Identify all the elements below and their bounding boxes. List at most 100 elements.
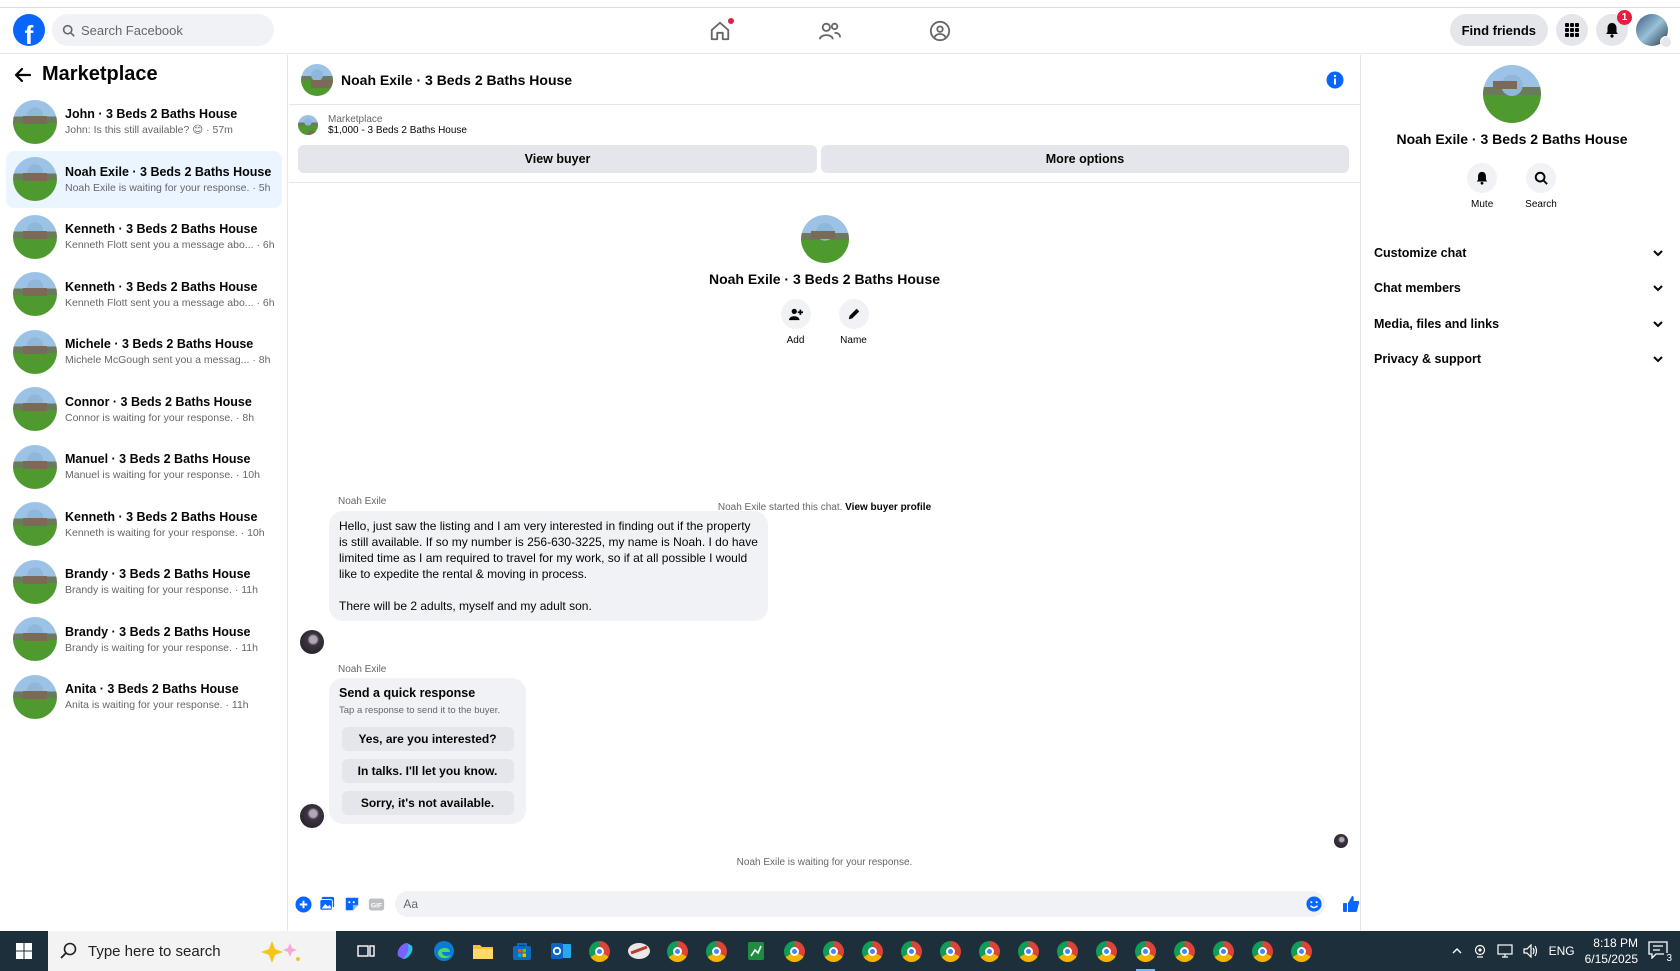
menu-grid-icon[interactable] bbox=[1556, 14, 1588, 46]
chevron-up-icon[interactable] bbox=[1451, 945, 1463, 957]
listing-summary[interactable]: Marketplace $1,000 - 3 Beds 2 Baths Hous… bbox=[289, 105, 1360, 145]
add-person-icon[interactable] bbox=[780, 299, 811, 329]
listing-thumbnail bbox=[13, 329, 57, 374]
pencil-icon[interactable] bbox=[838, 299, 869, 329]
conversation-title: Kenneth · 3 Beds 2 Baths House bbox=[65, 509, 258, 524]
action-center-icon[interactable]: 3 bbox=[1648, 941, 1674, 964]
notifications-bell-icon[interactable]: 1 bbox=[1596, 10, 1632, 46]
details-avatar[interactable] bbox=[1483, 65, 1541, 123]
quick-reply-not-available[interactable]: Sorry, it's not available. bbox=[341, 791, 514, 815]
spreadsheet-icon[interactable] bbox=[740, 936, 771, 967]
conversation-item[interactable]: Brandy · 3 Beds 2 Baths House Brandy is w… bbox=[6, 553, 282, 611]
sidebar-title: Marketplace bbox=[42, 63, 158, 85]
app-icon[interactable] bbox=[623, 936, 654, 967]
chrome-icon[interactable] bbox=[896, 936, 927, 967]
chrome-icon[interactable] bbox=[1286, 936, 1317, 967]
taskbar-search[interactable] bbox=[48, 931, 336, 971]
chrome-icon-active[interactable] bbox=[1130, 936, 1161, 971]
file-explorer-icon[interactable] bbox=[467, 936, 498, 967]
clock[interactable]: 8:18 PM 6/15/2025 bbox=[1585, 935, 1638, 967]
outlook-icon[interactable] bbox=[545, 936, 576, 967]
chrome-icon[interactable] bbox=[1247, 936, 1278, 967]
conversation-preview: Michele McGough sent you a messag... · 8… bbox=[65, 354, 271, 367]
quick-reply-in-talks[interactable]: In talks. I'll let you know. bbox=[341, 759, 514, 783]
taskbar-search-input[interactable] bbox=[88, 942, 248, 960]
add-person-action[interactable]: Add bbox=[780, 299, 811, 346]
conversation-item[interactable]: Kenneth · 3 Beds 2 Baths House Kenneth Fl… bbox=[6, 266, 282, 324]
name-chat-action[interactable]: Name bbox=[838, 299, 869, 346]
details-header: Noah Exile · 3 Beds 2 Baths House Mute S… bbox=[1362, 65, 1662, 210]
quick-reply-interested[interactable]: Yes, are you interested? bbox=[341, 727, 514, 751]
chrome-icon[interactable] bbox=[1208, 936, 1239, 967]
groups-nav-icon[interactable] bbox=[920, 16, 960, 46]
sender-avatar[interactable] bbox=[300, 804, 324, 828]
section-chat-members[interactable]: Chat members bbox=[1374, 271, 1664, 307]
view-buyer-profile-link[interactable]: View buyer profile bbox=[845, 502, 931, 513]
windows-taskbar: ENG 8:18 PM 6/15/2025 3 bbox=[0, 931, 1680, 971]
conversation-item[interactable]: Manuel · 3 Beds 2 Baths House Manuel is w… bbox=[6, 438, 282, 496]
bell-icon[interactable] bbox=[1467, 163, 1498, 193]
network-icon[interactable] bbox=[1496, 944, 1513, 958]
chrome-icon[interactable] bbox=[818, 936, 849, 967]
chrome-icon[interactable] bbox=[974, 936, 1005, 967]
store-icon[interactable] bbox=[506, 936, 537, 967]
photo-icon[interactable] bbox=[318, 895, 336, 914]
search-action[interactable]: Search bbox=[1525, 163, 1557, 210]
task-view-icon[interactable] bbox=[350, 936, 381, 967]
volume-icon[interactable] bbox=[1522, 944, 1539, 958]
conversation-item[interactable]: John · 3 Beds 2 Baths House John: Is this… bbox=[6, 93, 282, 151]
conversation-item-active[interactable]: Noah Exile · 3 Beds 2 Baths House Noah Ex… bbox=[6, 150, 282, 208]
more-options-button[interactable]: More options bbox=[821, 145, 1349, 173]
chrome-icon[interactable] bbox=[1052, 936, 1083, 967]
chrome-icon[interactable] bbox=[857, 936, 888, 967]
chrome-icon[interactable] bbox=[584, 936, 615, 967]
facebook-logo-icon[interactable]: f bbox=[13, 14, 45, 46]
mute-action[interactable]: Mute bbox=[1467, 163, 1498, 210]
windows-start-icon[interactable] bbox=[0, 931, 48, 971]
chrome-icon[interactable] bbox=[1169, 936, 1200, 967]
chrome-icon[interactable] bbox=[1013, 936, 1044, 967]
conversation-preview: Kenneth Flott sent you a message abo... … bbox=[65, 239, 275, 252]
plus-icon[interactable] bbox=[294, 895, 312, 914]
chat-avatar[interactable] bbox=[301, 63, 333, 96]
thumbs-up-icon[interactable] bbox=[1342, 895, 1360, 914]
copilot-icon[interactable] bbox=[389, 936, 420, 967]
chat-title[interactable]: Noah Exile · 3 Beds 2 Baths House bbox=[341, 72, 572, 88]
conversation-item[interactable]: Kenneth · 3 Beds 2 Baths House Kenneth Fl… bbox=[6, 208, 282, 266]
profile-avatar[interactable] bbox=[1636, 14, 1672, 48]
section-customize-chat[interactable]: Customize chat bbox=[1374, 235, 1664, 271]
find-friends-button[interactable]: Find friends bbox=[1449, 14, 1548, 46]
conversation-item[interactable]: Brandy · 3 Beds 2 Baths House Brandy is w… bbox=[6, 611, 282, 669]
home-nav-icon[interactable] bbox=[700, 16, 740, 46]
info-icon[interactable] bbox=[1326, 71, 1344, 89]
search-icon[interactable] bbox=[1526, 163, 1556, 193]
gif-icon[interactable]: GIF bbox=[367, 895, 385, 914]
conversation-item[interactable]: Anita · 3 Beds 2 Baths House Anita is wai… bbox=[6, 668, 282, 726]
edge-icon[interactable] bbox=[428, 936, 459, 967]
system-tray: ENG 8:18 PM 6/15/2025 3 bbox=[1451, 931, 1680, 971]
message-input[interactable] bbox=[395, 891, 1326, 917]
back-arrow-icon[interactable] bbox=[14, 66, 32, 84]
chrome-icon[interactable] bbox=[935, 936, 966, 967]
language-indicator[interactable]: ENG bbox=[1549, 944, 1575, 958]
emoji-icon[interactable] bbox=[1305, 895, 1323, 914]
friends-nav-icon[interactable] bbox=[810, 16, 850, 46]
chat-intro: Noah Exile · 3 Beds 2 Baths House Add Na… bbox=[289, 215, 1360, 346]
webcam-icon[interactable] bbox=[1473, 944, 1487, 958]
chrome-icon[interactable] bbox=[662, 936, 693, 967]
conversation-item[interactable]: Michele · 3 Beds 2 Baths House Michele Mc… bbox=[6, 323, 282, 381]
view-buyer-button[interactable]: View buyer bbox=[298, 145, 817, 173]
section-media-files-links[interactable]: Media, files and links bbox=[1374, 306, 1664, 342]
chrome-icon[interactable] bbox=[779, 936, 810, 967]
chrome-gmail-icon[interactable] bbox=[701, 936, 732, 967]
section-privacy-support[interactable]: Privacy & support bbox=[1374, 342, 1664, 378]
conversation-item[interactable]: Kenneth · 3 Beds 2 Baths House Kenneth is… bbox=[6, 496, 282, 554]
conversation-item[interactable]: Connor · 3 Beds 2 Baths House Connor is w… bbox=[6, 381, 282, 439]
chrome-icon[interactable] bbox=[1091, 936, 1122, 967]
name-label: Name bbox=[840, 335, 867, 346]
facebook-search[interactable] bbox=[52, 14, 274, 46]
sticker-icon[interactable] bbox=[343, 895, 361, 914]
message-bubble[interactable]: Hello, just saw the listing and I am ver… bbox=[329, 511, 768, 621]
search-input[interactable] bbox=[81, 22, 261, 38]
sender-avatar[interactable] bbox=[300, 630, 324, 654]
